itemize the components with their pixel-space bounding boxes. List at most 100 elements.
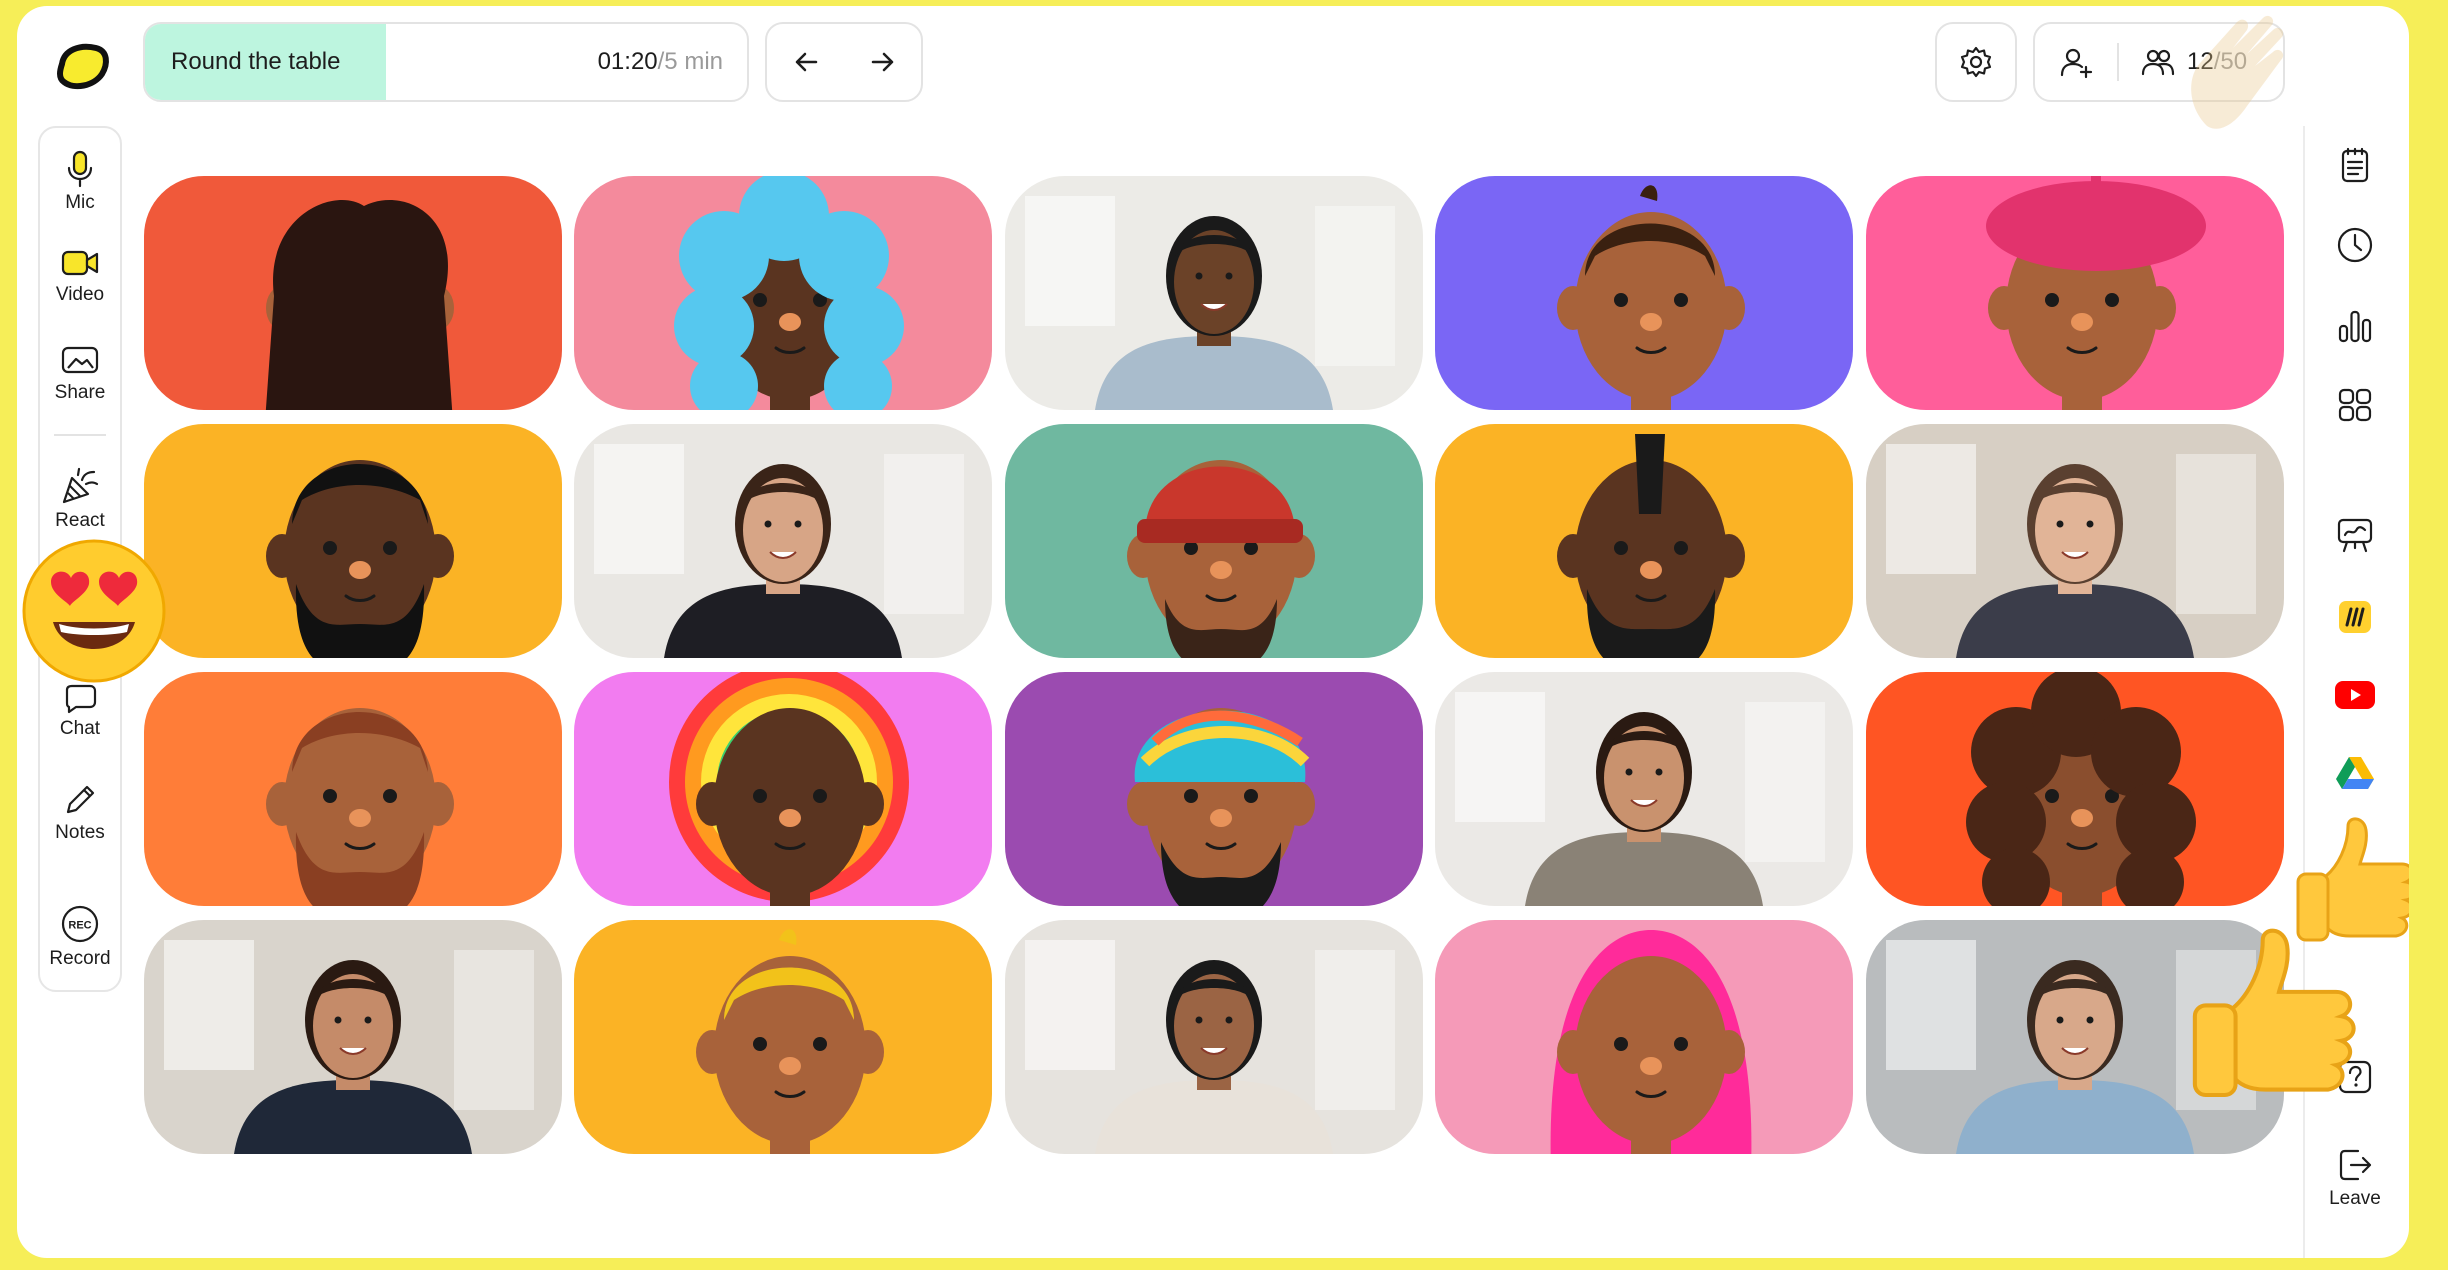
participant-video-feed [1866,424,2284,658]
people-icon [2141,49,2175,76]
chat-label: Chat [59,718,101,739]
activity-timer: 01:20/5 min [598,48,723,76]
record-label: Record [49,948,111,969]
participant-video-feed [1435,672,1853,906]
chat-bubble-icon [65,684,97,714]
video-label: Video [55,284,105,305]
arrow-right-icon [871,52,893,72]
miro-icon [2339,601,2371,633]
participant-tile-avatar[interactable] [144,672,562,906]
participant-tile-avatar[interactable] [1435,176,1853,410]
notes-button[interactable]: Notes [40,782,120,844]
share-label: Share [54,382,106,403]
clock-icon [2337,227,2373,263]
participant-tile-video[interactable] [1435,672,1853,906]
avatar-illustration [574,176,992,410]
avatar-illustration [1866,176,2284,410]
record-button[interactable]: REC Record [40,904,120,970]
notepad-icon [2341,147,2369,183]
notepad-button[interactable] [2325,140,2385,190]
participant-tile-avatar[interactable] [1866,176,2284,410]
record-badge-text: REC [68,920,91,932]
avatar-illustration [1005,424,1423,658]
avatar-illustration [1005,672,1423,906]
party-popper-icon [62,467,99,504]
participant-tile-avatar[interactable] [144,424,562,658]
invite-button[interactable] [2035,22,2117,102]
toolbar-divider [54,434,106,436]
exit-icon [2339,1149,2372,1181]
react-label: React [55,510,105,531]
notes-label: Notes [55,822,105,843]
participant-tile-avatar[interactable] [1866,672,2284,906]
mic-button[interactable]: Mic [40,150,120,214]
avatar-illustration [574,920,992,1154]
avatar-illustration [1435,176,1853,410]
activity-nav [765,22,923,102]
google-drive-icon [2336,757,2374,789]
avatar-illustration [144,424,562,658]
timer-button[interactable] [2325,220,2385,270]
participant-tile-avatar[interactable] [1435,424,1853,658]
participant-tile-video[interactable] [574,424,992,658]
avatar-illustration [1435,920,1853,1154]
youtube-app-button[interactable] [2325,670,2385,720]
participant-video-feed [574,424,992,658]
participant-tile-video[interactable] [1866,424,2284,658]
participant-video-feed [1005,176,1423,410]
google-drive-app-button[interactable] [2325,748,2385,798]
activity-title: Round the table [171,48,341,75]
pencil-icon [66,785,95,814]
settings-button[interactable] [1935,22,2017,102]
miro-app-button[interactable] [2325,592,2385,642]
participant-tile-avatar[interactable] [1005,672,1423,906]
bar-chart-icon [2338,310,2372,343]
participant-tile-avatar[interactable] [144,176,562,410]
microphone-icon [67,150,93,188]
poll-button[interactable] [2325,300,2385,350]
participant-tile-video[interactable] [1005,920,1423,1154]
heart-eyes-reaction [19,536,169,686]
youtube-icon [2335,681,2375,709]
participant-video-feed [1005,920,1423,1154]
leave-button[interactable]: Leave [2317,1146,2393,1210]
share-button[interactable]: Share [40,344,120,404]
avatar-illustration [1435,424,1853,658]
avatar-illustration [144,672,562,906]
participant-tile-avatar[interactable] [574,176,992,410]
mic-label: Mic [65,192,95,213]
gear-icon [1960,46,1992,78]
avatar-illustration [574,672,992,906]
avatar-illustration [1866,672,2284,906]
participant-tile-avatar[interactable] [574,672,992,906]
thumbs-up-reaction [2184,926,2374,1112]
previous-button[interactable] [781,37,831,87]
clap-reaction [2177,6,2309,146]
react-button[interactable]: React [40,466,120,532]
arrow-left-icon [795,52,817,72]
timer-elapsed: 01:20 [597,48,658,75]
participant-tile-avatar[interactable] [1435,920,1853,1154]
participant-video-feed [144,920,562,1154]
participant-tile-avatar[interactable] [1005,424,1423,658]
app-logo[interactable] [50,36,112,98]
activity-timer-bar[interactable]: Round the table 01:20/5 min [143,22,749,102]
video-button[interactable]: Video [40,246,120,306]
next-button[interactable] [858,37,908,87]
timer-total: /5 min [657,48,723,75]
add-user-icon [2060,48,2093,79]
whiteboard-icon [2337,518,2373,553]
record-icon: REC [61,905,99,943]
video-camera-icon [61,250,99,276]
meeting-window: Round the table 01:20/5 min 12 Mic Video… [17,6,2409,1258]
participant-tile-video[interactable] [144,920,562,1154]
leave-label: Leave [2329,1188,2381,1209]
participant-tile-video[interactable] [1005,176,1423,410]
avatar-illustration [144,176,562,410]
grid-icon [2338,388,2372,422]
whiteboard-button[interactable] [2325,510,2385,560]
chat-button[interactable]: Chat [40,684,120,740]
participant-tile-avatar[interactable] [574,920,992,1154]
screen-share-icon [61,346,99,374]
apps-button[interactable] [2325,380,2385,430]
